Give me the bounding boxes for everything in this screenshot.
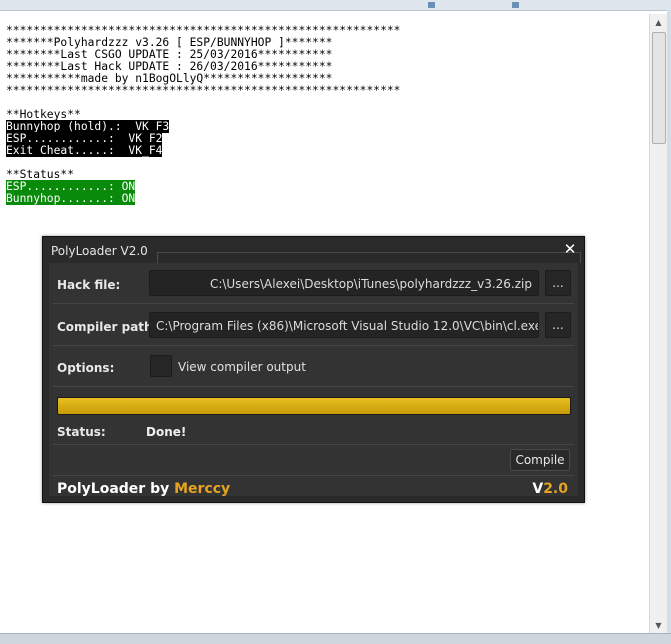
taskbar-edge (0, 633, 671, 644)
console-line: ****************************************… (6, 84, 401, 97)
brand-prefix: PolyLoader by (57, 481, 175, 497)
polyloader-dialog: PolyLoader V2.0 ✕ Hack file: C:\Users\Al… (42, 236, 585, 503)
hotkey-exit: Exit Cheat.....: VK_F4 (6, 144, 163, 157)
status-bunnyhop: Bunnyhop.......: ON (6, 192, 136, 205)
options-label: Options: (57, 361, 115, 375)
divider (53, 345, 574, 346)
compiler-path-browse-button[interactable]: ... (545, 312, 571, 338)
brand-author: Merccy (174, 481, 231, 497)
scroll-down-icon[interactable]: ▼ (650, 617, 667, 634)
status-label: Status: (57, 425, 106, 439)
divider (53, 444, 574, 445)
title-divider (157, 252, 581, 263)
compile-button[interactable]: Compile (510, 449, 570, 471)
version-prefix: V (532, 481, 544, 497)
console-output: ****************************************… (6, 25, 400, 205)
scroll-up-icon[interactable]: ▲ (650, 14, 667, 31)
divider (53, 475, 574, 476)
background-window-titlebar (0, 0, 671, 11)
compile-progress-bar (57, 397, 571, 415)
compiler-path-label: Compiler path: (57, 320, 158, 334)
status-value: Done! (146, 425, 187, 439)
window-border (667, 10, 671, 633)
scroll-thumb[interactable] (652, 32, 666, 144)
window-icon (428, 2, 435, 8)
version-number: 2.0 (543, 481, 568, 497)
brand-text: PolyLoader by Merccy (57, 481, 230, 497)
compiler-path-input[interactable]: C:\Program Files (x86)\Microsoft Visual … (149, 312, 539, 338)
vertical-scrollbar[interactable]: ▲ ▼ (649, 14, 667, 634)
view-compiler-output-label[interactable]: View compiler output (178, 360, 306, 374)
progress-fill (58, 398, 570, 414)
view-compiler-output-checkbox[interactable] (150, 355, 172, 377)
hack-file-input[interactable]: C:\Users\Alexei\Desktop\iTunes\polyhardz… (149, 270, 539, 296)
close-icon[interactable]: ✕ (562, 240, 578, 258)
divider (53, 386, 574, 387)
divider (53, 303, 574, 304)
window-icon (512, 2, 519, 8)
dialog-title: PolyLoader V2.0 (51, 244, 148, 258)
hack-file-label: Hack file: (57, 278, 121, 292)
version-label: V2.0 (532, 481, 568, 497)
hack-file-browse-button[interactable]: ... (545, 270, 571, 296)
dialog-body: Hack file: C:\Users\Alexei\Desktop\iTune… (49, 263, 578, 497)
